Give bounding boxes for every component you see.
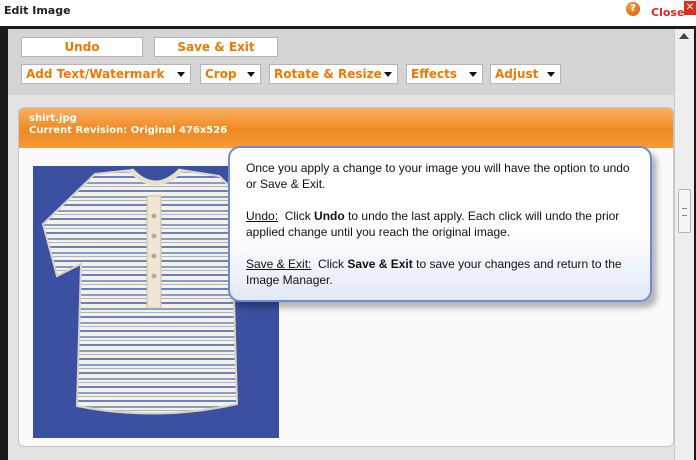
close-icon[interactable]: ✕ [684, 1, 696, 15]
window-title: Edit Image [4, 4, 71, 17]
menu-label: Effects [411, 67, 458, 81]
crop-menu[interactable]: Crop [200, 64, 261, 84]
chevron-down-icon [469, 72, 477, 77]
tooltip-undo-text: Undo: Click Undo to undo the last apply.… [246, 208, 636, 240]
adjust-menu[interactable]: Adjust [490, 64, 561, 84]
menu-label: Crop [205, 67, 237, 81]
revision-info: Current Revision: Original 476x526 [29, 125, 228, 136]
save-exit-button[interactable]: Save & Exit [154, 37, 278, 57]
chevron-down-icon [247, 72, 255, 77]
vertical-scrollbar[interactable] [674, 29, 694, 460]
chevron-down-icon [547, 72, 555, 77]
menu-label: Rotate & Resize [274, 67, 382, 81]
image-panel-header: shirt.jpg Current Revision: Original 476… [19, 108, 673, 148]
scroll-thumb[interactable] [678, 189, 691, 233]
add-text-watermark-menu[interactable]: Add Text/Watermark [21, 64, 191, 84]
help-icon[interactable]: ? [626, 2, 640, 16]
title-bar: Edit Image ? Close ✕ [0, 0, 696, 24]
menu-label: Adjust [495, 67, 539, 81]
undo-prefix: Click [284, 209, 311, 223]
undo-term: Undo: [246, 209, 279, 223]
scroll-up-arrow-icon[interactable] [679, 33, 689, 39]
menu-label: Add Text/Watermark [26, 67, 165, 81]
undo-bold: Undo [314, 209, 345, 223]
save-bold: Save & Exit [347, 257, 413, 271]
tooltip-intro: Once you apply a change to your image yo… [246, 161, 630, 191]
help-tooltip: Once you apply a change to your image yo… [228, 146, 652, 302]
chevron-down-icon [384, 72, 392, 77]
chevron-down-icon [177, 72, 185, 77]
toolbar: Undo Save & Exit Add Text/Watermark Crop… [8, 29, 674, 95]
tooltip-save-text: Save & Exit: Click Save & Exit to save y… [246, 256, 636, 288]
file-name: shirt.jpg [29, 113, 77, 124]
effects-menu[interactable]: Effects [406, 64, 483, 84]
close-link[interactable]: Close [651, 6, 684, 19]
save-prefix: Click [318, 257, 345, 271]
undo-button[interactable]: Undo [21, 37, 143, 57]
save-term: Save & Exit: [246, 257, 312, 271]
rotate-resize-menu[interactable]: Rotate & Resize [269, 64, 398, 84]
